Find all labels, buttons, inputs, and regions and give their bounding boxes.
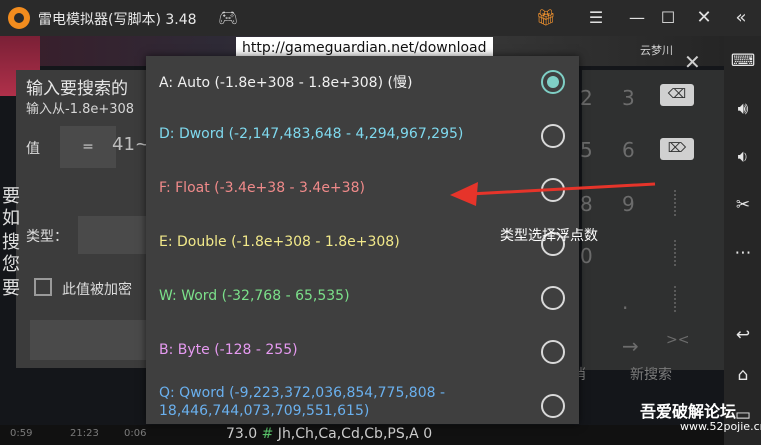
key-8[interactable]: 8 — [580, 192, 593, 216]
app-logo-icon — [8, 7, 30, 29]
type-option-auto[interactable]: A: Auto (-1.8e+308 - 1.8e+308) (慢) — [146, 56, 579, 110]
type-selector[interactable] — [78, 216, 148, 254]
type-option-label: D: Dword (-2,147,483,648 - 4,294,967,295… — [159, 126, 464, 142]
type-option-dword[interactable]: D: Dword (-2,147,483,648 - 4,294,967,295… — [146, 110, 579, 164]
gamepad-icon[interactable]: 🎮︎ — [218, 8, 238, 27]
emulator-title-bar: 雷电模拟器(写脚本) 3.48 🎮︎ 🎁︎ ☰ — ☐ ✕ « — [0, 0, 761, 36]
encrypted-label: 此值被加密 — [62, 282, 132, 298]
game-strip-text: 云梦川 — [640, 44, 673, 57]
key-arrow[interactable]: → — [622, 334, 639, 358]
volume-down-icon[interactable]: 🔉︎ — [730, 144, 756, 170]
annotation-text: 类型选择浮点数 — [500, 228, 598, 244]
backspace-icon[interactable]: ⌫ — [660, 84, 694, 106]
panel-close-icon[interactable]: ✕ — [684, 50, 701, 74]
maximize-icon[interactable]: ☐ — [656, 6, 680, 30]
edge-text: 要 — [2, 278, 20, 299]
emulator-sidebar: ⌨ 🔊︎ 🔉︎ ✂ ⋯ ↩ ⌂ ▭ — [724, 36, 761, 445]
type-option-byte[interactable]: B: Byte (-128 - 255) — [146, 326, 579, 380]
type-option-float[interactable]: F: Float (-3.4e+38 - 3.4e+38) — [146, 164, 579, 218]
watermark-title: 吾爱破解论坛 — [640, 402, 737, 421]
type-option-label: B: Byte (-128 - 255) — [159, 342, 298, 358]
scissors-icon[interactable]: ✂ — [730, 192, 756, 218]
type-option-label: F: Float (-3.4e+38 - 3.4e+38) — [159, 180, 365, 196]
type-option-label: E: Double (-1.8e+308 - 1.8e+308) — [159, 234, 400, 250]
type-label: 类型： — [26, 229, 68, 245]
key-0[interactable]: 0 — [580, 244, 593, 268]
edge-text: 如 — [2, 208, 20, 229]
search-dialog-title: 输入要搜索的 — [26, 79, 128, 99]
status-time: 21:23 — [70, 428, 99, 439]
back-icon[interactable]: ↩ — [730, 322, 756, 348]
menu-icon[interactable]: ☰ — [584, 6, 608, 30]
key-swap[interactable]: >< — [666, 332, 689, 348]
key-5[interactable]: 5 — [580, 138, 593, 162]
minimize-icon[interactable]: — — [625, 6, 649, 30]
volume-up-icon[interactable]: 🔊︎ — [730, 96, 756, 122]
search-value-field[interactable]: 41~ — [112, 134, 150, 155]
radio-button[interactable] — [541, 124, 565, 148]
radio-button[interactable] — [541, 70, 565, 94]
status-time: 0:06 — [124, 428, 147, 439]
equals-operator-button[interactable]: = — [60, 126, 116, 168]
key-6[interactable]: 6 — [622, 138, 635, 162]
home-icon[interactable]: ⌂ — [730, 362, 756, 388]
edge-text: 您 — [2, 254, 20, 275]
status-time: 0:59 — [10, 428, 33, 439]
new-search-button[interactable]: 新搜索 — [630, 364, 672, 384]
watermark-url: www.52pojie.cn — [680, 420, 761, 433]
key-9[interactable]: 9 — [622, 192, 635, 216]
keyboard-icon[interactable]: ⌨ — [730, 48, 756, 74]
search-dialog-subtitle: 输入从-1.8e+308 — [26, 102, 135, 117]
type-option-label: Q: Qword (-9,223,372,036,854,775,808 - 1… — [159, 385, 446, 419]
more-icon[interactable]: ⋯ — [730, 240, 756, 266]
close-icon[interactable]: ✕ — [692, 6, 716, 30]
delete-icon[interactable]: ⌦ — [660, 138, 694, 160]
gift-icon[interactable]: 🎁︎ — [534, 6, 558, 30]
numeric-keypad: 2 3 ⌫ 5 6 ⌦ 8 9 0 . → >< — [580, 70, 724, 370]
key-3[interactable]: 3 — [622, 86, 635, 110]
encrypted-checkbox[interactable] — [34, 278, 52, 296]
keypad-separator — [674, 190, 676, 216]
type-option-word[interactable]: W: Word (-32,768 - 65,535) — [146, 272, 579, 326]
radio-button[interactable] — [541, 286, 565, 310]
radio-button[interactable] — [541, 178, 565, 202]
key-dot[interactable]: . — [622, 290, 628, 314]
key-2[interactable]: 2 — [580, 86, 593, 110]
dialog-action-button[interactable] — [30, 320, 150, 360]
collapse-icon[interactable]: « — [729, 6, 753, 30]
type-option-label: A: Auto (-1.8e+308 - 1.8e+308) (慢) — [159, 75, 413, 91]
type-option-label: W: Word (-32,768 - 65,535) — [159, 288, 350, 304]
radio-button[interactable] — [541, 394, 565, 418]
keypad-separator — [674, 286, 676, 312]
type-option-qword[interactable]: Q: Qword (-9,223,372,036,854,775,808 - 1… — [146, 380, 579, 434]
keypad-separator — [674, 240, 676, 266]
radio-button[interactable] — [541, 340, 565, 364]
value-label: 值 — [26, 141, 40, 157]
window-title: 雷电模拟器(写脚本) 3.48 — [38, 12, 197, 28]
